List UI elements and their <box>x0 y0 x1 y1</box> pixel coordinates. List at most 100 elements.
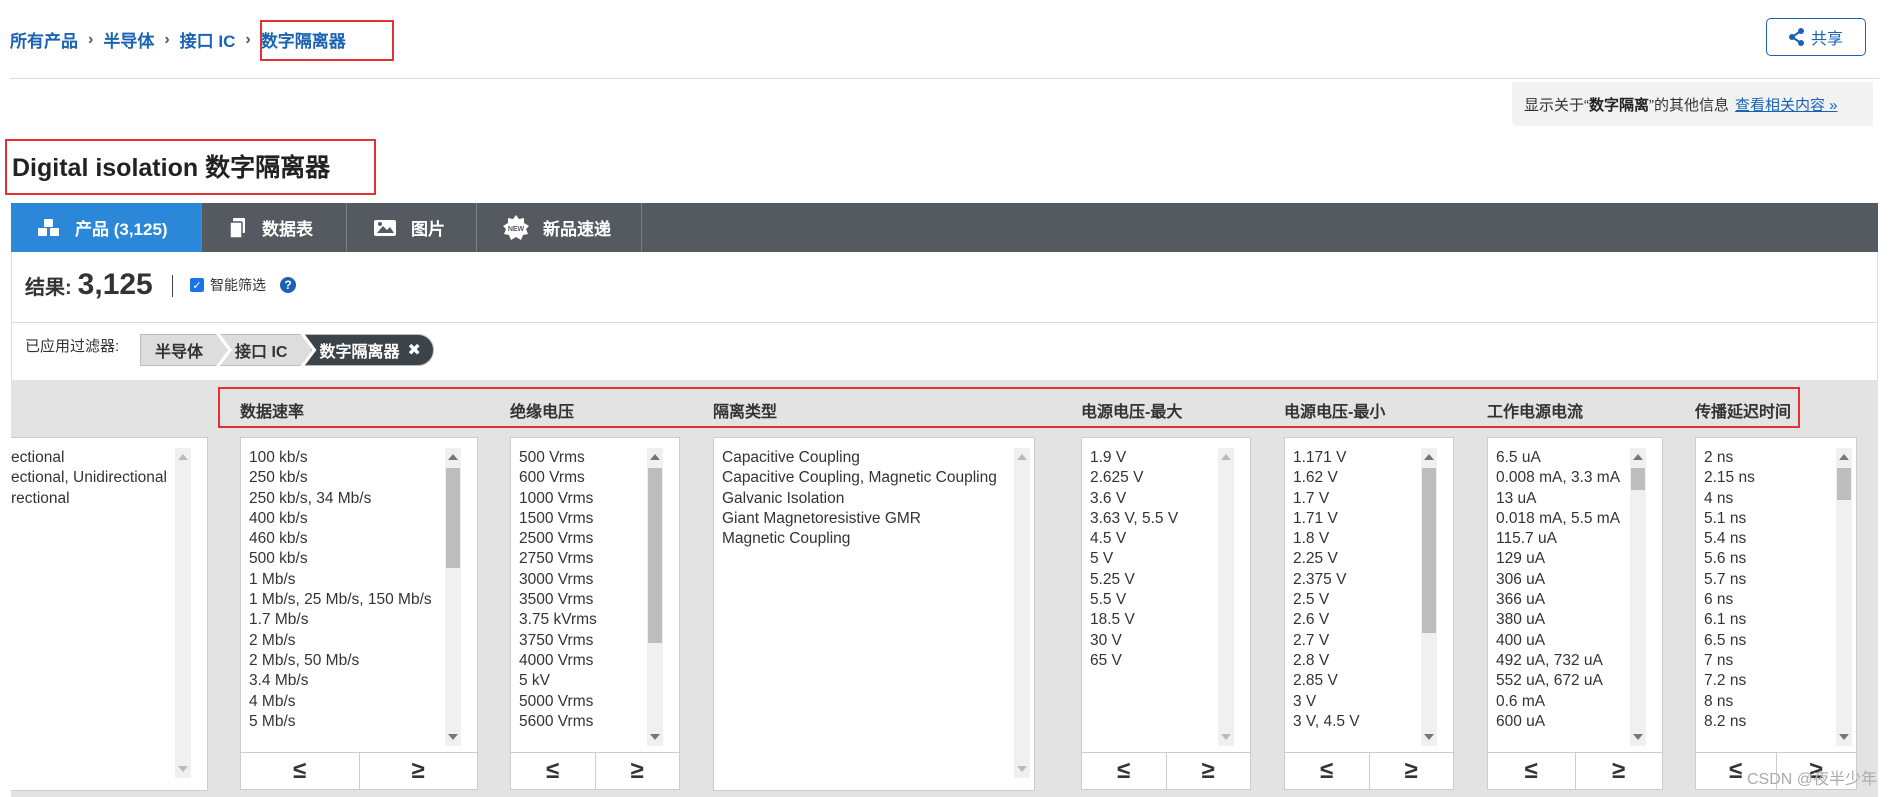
filter-option[interactable]: 3.75 kVrms <box>519 610 597 630</box>
filter-list-supply-current[interactable]: 6.5 uA 0.008 mA, 3.3 mA 13 uA 0.018 mA, 5.5… <box>1487 437 1663 753</box>
filter-option[interactable]: 18.5 V <box>1090 610 1178 630</box>
filter-option[interactable]: 5600 Vrms <box>519 712 597 732</box>
filter-option[interactable]: 5 Mb/s <box>249 712 432 732</box>
filter-option[interactable]: 2 Mb/s, 50 Mb/s <box>249 651 432 671</box>
filter-option[interactable]: 1.9 V <box>1090 448 1178 468</box>
tab-datasheets[interactable]: 数据表 <box>202 203 347 252</box>
filter-option[interactable]: 1 Mb/s <box>249 570 432 590</box>
scrollbar[interactable] <box>647 448 663 746</box>
filter-option[interactable]: 400 kb/s <box>249 509 432 529</box>
filter-option[interactable]: 3500 Vrms <box>519 590 597 610</box>
filter-option[interactable]: 306 uA <box>1496 570 1620 590</box>
filter-option[interactable]: 6 ns <box>1704 590 1755 610</box>
scrollbar[interactable] <box>1421 448 1437 746</box>
filter-option[interactable]: 0.6 mA <box>1496 692 1620 712</box>
filter-option[interactable]: 492 uA, 732 uA <box>1496 651 1620 671</box>
filter-option[interactable]: 600 uA <box>1496 712 1620 732</box>
filter-option[interactable]: 65 V <box>1090 651 1178 671</box>
filter-option[interactable]: 552 uA, 672 uA <box>1496 671 1620 691</box>
filter-list-isolation-type[interactable]: Capacitive Coupling Capacitive Coupling, … <box>713 437 1035 791</box>
filter-option[interactable]: 250 kb/s <box>249 468 432 488</box>
remove-filter-icon[interactable]: ✖ <box>407 340 420 360</box>
filter-option[interactable]: 0.018 mA, 5.5 mA <box>1496 509 1620 529</box>
filter-option[interactable]: 5000 Vrms <box>519 692 597 712</box>
filter-chip-interface-ic[interactable]: 接口 IC <box>220 334 312 366</box>
scrollbar[interactable] <box>1630 448 1646 746</box>
filter-option[interactable]: 2.625 V <box>1090 468 1178 488</box>
less-equal-button[interactable]: ≤ <box>1285 753 1370 789</box>
filter-option[interactable]: Giant Magnetoresistive GMR <box>722 509 997 529</box>
filter-option[interactable]: 3 V <box>1293 692 1360 712</box>
filter-option[interactable]: 2.6 V <box>1293 610 1360 630</box>
filter-option[interactable]: 5 kV <box>519 671 597 691</box>
view-related-link[interactable]: 查看相关内容 » <box>1735 94 1838 115</box>
filter-option[interactable]: 2 ns <box>1704 448 1755 468</box>
scrollbar[interactable] <box>175 448 191 778</box>
scrollbar[interactable] <box>445 448 461 746</box>
filter-option[interactable]: 460 kb/s <box>249 529 432 549</box>
filter-option[interactable]: 500 kb/s <box>249 549 432 569</box>
greater-equal-button[interactable]: ≥ <box>1167 753 1251 789</box>
filter-option[interactable]: 380 uA <box>1496 610 1620 630</box>
filter-option[interactable]: 1000 Vrms <box>519 489 597 509</box>
greater-equal-button[interactable]: ≥ <box>360 753 478 789</box>
filter-option[interactable]: 3750 Vrms <box>519 631 597 651</box>
filter-option[interactable]: 115.7 uA <box>1496 529 1620 549</box>
filter-option[interactable]: 13 uA <box>1496 489 1620 509</box>
filter-option[interactable]: 5 V <box>1090 549 1178 569</box>
filter-option[interactable]: ectional, Unidirectional <box>11 468 167 488</box>
filter-option[interactable]: 4000 Vrms <box>519 651 597 671</box>
filter-option[interactable]: 129 uA <box>1496 549 1620 569</box>
scrollbar[interactable] <box>1014 448 1030 778</box>
less-equal-button[interactable]: ≤ <box>511 753 596 789</box>
filter-option[interactable]: 5.6 ns <box>1704 549 1755 569</box>
filter-option[interactable]: 2.85 V <box>1293 671 1360 691</box>
tab-new-products[interactable]: NEW 新品速递 <box>477 203 642 252</box>
filter-list-propagation-delay[interactable]: 2 ns 2.15 ns 4 ns 5.1 ns 5.4 ns 5.6 ns 5.7 ns 6… <box>1695 437 1857 753</box>
filter-option[interactable]: 500 Vrms <box>519 448 597 468</box>
filter-option[interactable]: 5.4 ns <box>1704 529 1755 549</box>
filter-option[interactable]: 30 V <box>1090 631 1178 651</box>
filter-option[interactable]: 1500 Vrms <box>519 509 597 529</box>
scrollbar[interactable] <box>1836 448 1852 746</box>
less-equal-button[interactable]: ≤ <box>1082 753 1167 789</box>
tab-images[interactable]: 图片 <box>347 203 477 252</box>
filter-option[interactable]: 1.62 V <box>1293 468 1360 488</box>
filter-chip-semiconductors[interactable]: 半导体 <box>140 334 228 366</box>
filter-option[interactable]: 6.5 ns <box>1704 631 1755 651</box>
filter-option[interactable]: Capacitive Coupling, Magnetic Coupling <box>722 468 997 488</box>
filter-chip-digital-isolator[interactable]: 数字隔离器 ✖ <box>304 334 434 366</box>
filter-option[interactable]: 4 Mb/s <box>249 692 432 712</box>
filter-option[interactable]: 600 Vrms <box>519 468 597 488</box>
filter-option[interactable]: rectional <box>11 489 167 509</box>
filter-option[interactable]: 5.25 V <box>1090 570 1178 590</box>
filter-option[interactable]: 2.375 V <box>1293 570 1360 590</box>
filter-option[interactable]: 2.25 V <box>1293 549 1360 569</box>
filter-option[interactable]: 6.1 ns <box>1704 610 1755 630</box>
filter-option[interactable]: 2500 Vrms <box>519 529 597 549</box>
filter-option[interactable]: 8.2 ns <box>1704 712 1755 732</box>
filter-option[interactable]: 3.4 Mb/s <box>249 671 432 691</box>
filter-option[interactable]: 3000 Vrms <box>519 570 597 590</box>
filter-option[interactable]: 250 kb/s, 34 Mb/s <box>249 489 432 509</box>
breadcrumb-item-all-products[interactable]: 所有产品 <box>10 27 78 52</box>
filter-option[interactable]: ectional <box>11 448 167 468</box>
filter-option[interactable]: 5.7 ns <box>1704 570 1755 590</box>
filter-option[interactable]: Magnetic Coupling <box>722 529 997 549</box>
filter-option[interactable]: Galvanic Isolation <box>722 489 997 509</box>
filter-list-direction[interactable]: ectional ectional, Unidirectional rectio… <box>11 437 208 791</box>
filter-list-supply-voltage-max[interactable]: 1.9 V 2.625 V 3.6 V 3.63 V, 5.5 V 4.5 V5 V 5.… <box>1081 437 1251 753</box>
less-equal-button[interactable]: ≤ <box>241 753 360 789</box>
greater-equal-button[interactable]: ≥ <box>1576 753 1663 789</box>
filter-option[interactable]: 2.7 V <box>1293 631 1360 651</box>
filter-option[interactable]: 7 ns <box>1704 651 1755 671</box>
filter-option[interactable]: 4.5 V <box>1090 529 1178 549</box>
greater-equal-button[interactable]: ≥ <box>596 753 680 789</box>
filter-option[interactable]: 2.8 V <box>1293 651 1360 671</box>
filter-option[interactable]: 2.15 ns <box>1704 468 1755 488</box>
filter-option[interactable]: 1 Mb/s, 25 Mb/s, 150 Mb/s <box>249 590 432 610</box>
filter-option[interactable]: 3.63 V, 5.5 V <box>1090 509 1178 529</box>
filter-option[interactable]: Capacitive Coupling <box>722 448 997 468</box>
less-equal-button[interactable]: ≤ <box>1488 753 1576 789</box>
filter-option[interactable]: 4 ns <box>1704 489 1755 509</box>
